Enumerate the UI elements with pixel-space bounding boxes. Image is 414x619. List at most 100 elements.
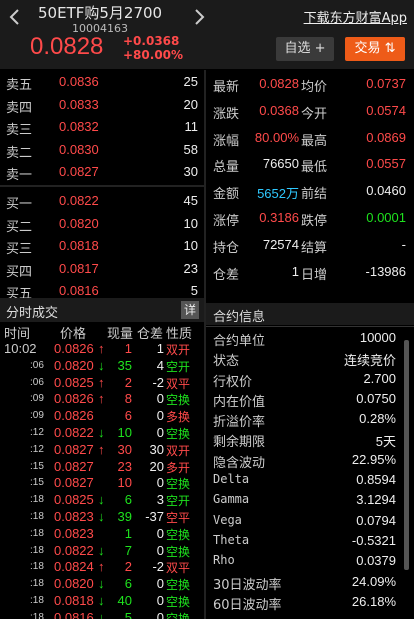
trade-nature: 空换 (166, 527, 191, 542)
stat-value: 1 (291, 263, 299, 279)
trade-volume: 8 (124, 391, 132, 407)
trade-nature: 双开 (166, 443, 191, 458)
info-label: 折溢价率 (213, 415, 266, 431)
trade-list[interactable]: 10:02 0.0826 ↑ 1 1 双开:06 0.0820 ↓ 35 4 空开:06 0.0825… (0, 341, 204, 619)
trade-time: 10:02 (4, 341, 37, 356)
level-price: 0.0830 (59, 141, 99, 157)
stat-value: 0.0368 (259, 102, 299, 118)
trade-oi-change: 0 (156, 525, 164, 541)
stat-row: 最新 0.0828 均价 0.0737 (208, 70, 414, 97)
level-volume: 10 (183, 238, 198, 254)
trade-row: :06 0.0825 ↑ 2 -2 双平 (0, 375, 204, 392)
contract-info-row: Gamma 3.1294 (206, 490, 414, 510)
arrow-down-icon: ↓ (98, 609, 105, 619)
trade-time: :09 (30, 410, 44, 422)
level-label: 买一 (6, 196, 33, 212)
trade-volume: 2 (124, 374, 132, 390)
contract-title: 50ETF购5月2700 (38, 4, 163, 22)
info-label: 60日波动率 (213, 597, 282, 613)
level-label: 卖一 (6, 168, 33, 184)
trade-nature: 空开 (166, 494, 191, 509)
trade-price: 0.0820 (54, 576, 94, 592)
trade-nature: 多开 (166, 460, 191, 475)
level-volume: 45 (183, 192, 198, 208)
trade-oi-change: -2 (152, 559, 164, 575)
download-app-link[interactable]: 下载东方财富App (304, 7, 407, 26)
level-volume: 11 (184, 119, 199, 135)
contract-info-title: 合约信息 (213, 310, 266, 325)
trade-nature: 空换 (166, 578, 191, 593)
detail-button[interactable]: 详 (181, 301, 199, 319)
trade-time: :12 (30, 426, 44, 438)
trade-time: :12 (30, 443, 44, 455)
trade-row: :12 0.0822 ↓ 10 0 空换 (0, 425, 204, 442)
change-value: +0.0368 (123, 34, 180, 48)
trade-oi-change: 30 (149, 441, 164, 457)
trade-price: 0.0816 (54, 609, 94, 619)
trade-nature: 多换 (166, 410, 191, 425)
trade-volume: 6 (124, 576, 132, 592)
arrow-down-icon: ↓ (98, 492, 105, 508)
trade-oi-change: 3 (156, 492, 164, 508)
bid-row: 买二 0.0820 10 (0, 212, 204, 235)
trade-volume: 30 (117, 441, 132, 457)
trade-price: 0.0827 (54, 458, 94, 474)
trade-price: 0.0822 (54, 424, 94, 440)
info-label: 剩余期限 (213, 435, 266, 451)
level-price: 0.0827 (59, 164, 99, 180)
trade-nature: 双平 (166, 561, 191, 576)
trade-volume: 7 (124, 542, 132, 558)
info-label: Gamma (213, 492, 250, 507)
chevron-right-icon[interactable] (190, 6, 208, 28)
arrow-down-icon: ↓ (98, 424, 105, 440)
bid-row: 买三 0.0818 10 (0, 234, 204, 257)
ask-row: 卖四 0.0833 20 (0, 93, 204, 116)
trade-oi-change: 0 (156, 542, 164, 558)
trade-time: :06 (30, 376, 44, 388)
col-time: 时间 (4, 327, 31, 342)
trade-row: :09 0.0826 6 0 多换 (0, 408, 204, 425)
stat-value: 0.0869 (366, 129, 406, 145)
trade-price: 0.0824 (54, 559, 94, 575)
trade-oi-change: -2 (152, 374, 164, 390)
stat-row: 涨跌 0.0368 今开 0.0574 (208, 97, 414, 124)
trade-price: 0.0827 (54, 475, 94, 491)
trade-volume: 2 (124, 559, 132, 575)
col-price: 价格 (60, 327, 87, 342)
arrow-up-icon: ↑ (98, 341, 105, 356)
stat-label: 最新 (213, 80, 240, 95)
chevron-left-icon[interactable] (6, 6, 24, 28)
bid-row: 买一 0.0822 45 (0, 189, 204, 212)
contract-info-list: 合约单位 10000 状态 连续竞价 行权价 2.700 内在价值 0.0750 折溢价率 0.2… (206, 328, 414, 613)
info-value: 10000 (359, 330, 396, 345)
trades-column-headers: 时间 价格 现量 仓差 性质 (0, 323, 204, 342)
trade-button[interactable]: 交易 ⇅ (345, 37, 405, 61)
level-volume: 25 (183, 74, 198, 89)
trade-time: :18 (30, 494, 44, 506)
stat-label: 今开 (301, 106, 328, 122)
trade-row: :09 0.0826 ↑ 8 0 空换 (0, 391, 204, 408)
stat-value: 0.0557 (366, 156, 406, 172)
contract-info-row: 状态 连续竞价 (206, 348, 414, 370)
trade-row: :15 0.0827 23 20 多开 (0, 459, 204, 476)
level-label: 卖二 (6, 145, 33, 161)
info-value: 2.700 (363, 370, 396, 386)
add-favorite-button[interactable]: 自选 + (276, 37, 334, 61)
level-price: 0.0820 (59, 215, 99, 231)
scrollbar[interactable] (404, 340, 409, 570)
arrow-down-icon: ↓ (98, 592, 105, 608)
stat-label: 金额 (213, 187, 240, 203)
trade-nature: 空换 (166, 426, 191, 441)
info-value: 0.8594 (356, 472, 396, 488)
stat-label: 最低 (301, 160, 328, 176)
trade-row: :18 0.0818 ↓ 40 0 空换 (0, 593, 204, 610)
trade-volume: 39 (117, 508, 132, 524)
stat-value: 80.00% (254, 129, 299, 145)
level-label: 买二 (6, 219, 33, 235)
trade-oi-change: 0 (156, 576, 164, 592)
info-label: 状态 (213, 354, 240, 370)
info-value: -0.5321 (351, 532, 396, 548)
stat-value: - (401, 236, 406, 252)
stat-row: 金额 5652万 前结 0.0460 (208, 177, 414, 204)
trade-price: 0.0826 (54, 341, 94, 356)
